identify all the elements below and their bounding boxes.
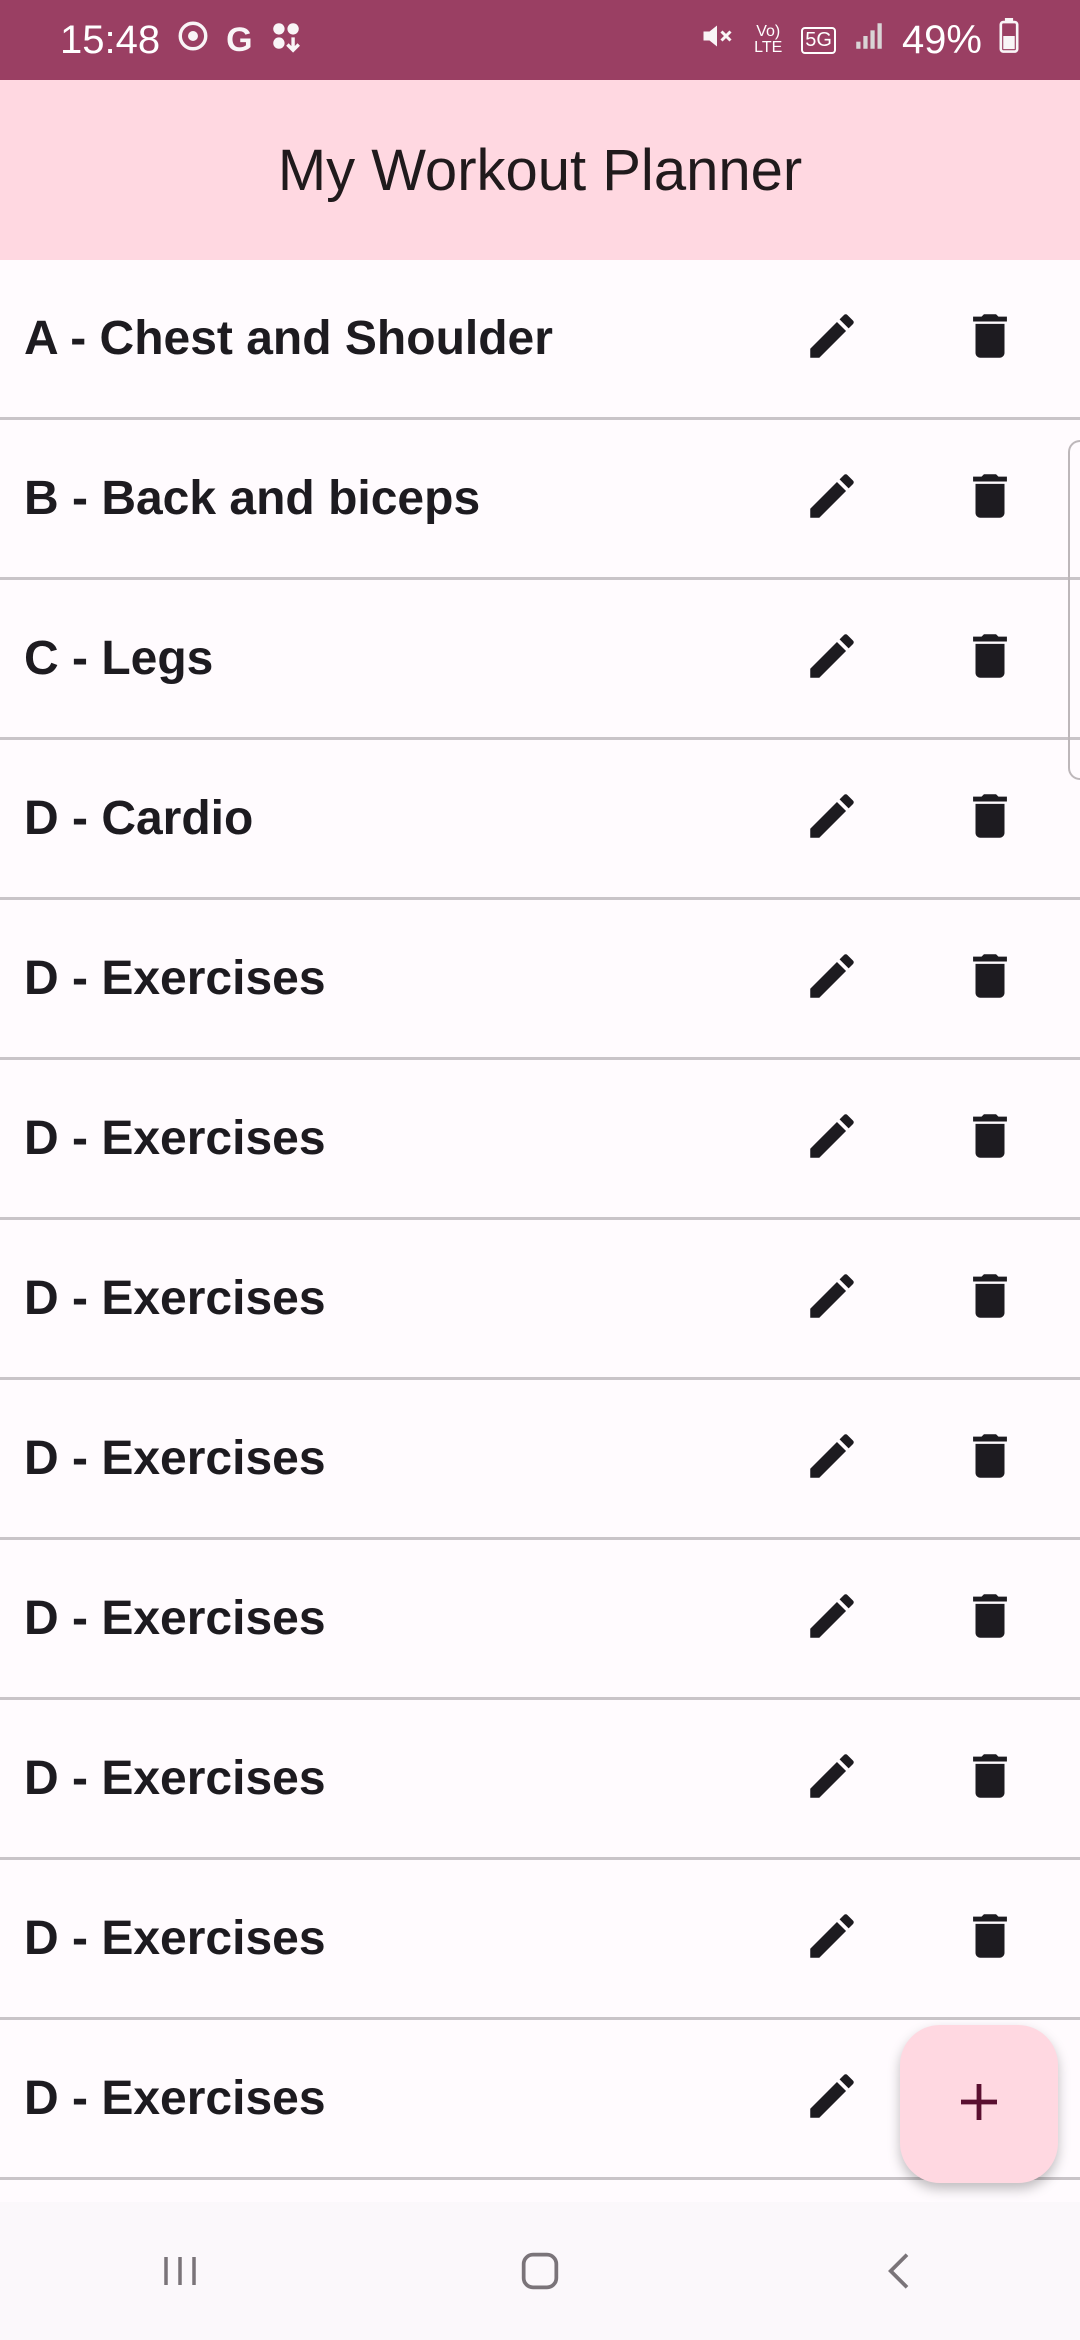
workout-title: D - Exercises [24,1112,326,1165]
volte-icon: Vo) LTE [754,23,783,56]
home-icon [521,2252,559,2290]
edit-button[interactable] [792,299,872,379]
battery-percent: 49% [901,17,982,62]
trash-icon [961,1107,1019,1170]
workout-title: D - Exercises [24,1272,326,1325]
trash-icon [961,1267,1019,1330]
signal-icon [852,19,886,62]
workout-row[interactable]: C - Legs [0,580,1080,740]
add-workout-button[interactable] [900,2025,1058,2183]
delete-button[interactable] [950,299,1030,379]
trash-icon [961,1747,1019,1810]
edit-button[interactable] [792,459,872,539]
back-button[interactable] [840,2231,960,2311]
plus-icon [955,2078,1003,2131]
pencil-icon [803,947,861,1010]
status-bar: 15:48 G Vo) LTE 5G 49% [0,0,1080,80]
workout-row[interactable]: D - Exercises [0,1220,1080,1380]
workout-row[interactable]: D - Exercises [0,1060,1080,1220]
pencil-icon [803,787,861,850]
network-type-icon: 5G [801,26,836,54]
pencil-icon [803,307,861,370]
edit-button[interactable] [792,779,872,859]
pencil-icon [803,1587,861,1650]
system-navigation-bar [0,2202,1080,2340]
workout-title: D - Exercises [24,2072,326,2125]
delete-button[interactable] [950,619,1030,699]
edit-button[interactable] [792,939,872,1019]
status-bar-right: Vo) LTE 5G 49% [699,17,1020,63]
recent-apps-icon [164,2257,196,2285]
pencil-icon [803,467,861,530]
trash-icon [961,1907,1019,1970]
trash-icon [961,307,1019,370]
pencil-icon [803,627,861,690]
delete-button[interactable] [950,459,1030,539]
sync-icon [176,19,210,62]
workout-row[interactable]: D - Exercises [0,1700,1080,1860]
trash-icon [961,467,1019,530]
pencil-icon [803,1267,861,1330]
delete-button[interactable] [950,1739,1030,1819]
workout-title: D - Exercises [24,1912,326,1965]
workout-title: D - Exercises [24,1592,326,1645]
edit-button[interactable] [792,1259,872,1339]
workout-list[interactable]: A - Chest and Shoulder B - Back and bicep… [0,260,1080,2202]
workout-row[interactable]: D - Exercises [0,1380,1080,1540]
delete-button[interactable] [950,1899,1030,1979]
delete-button[interactable] [950,939,1030,1019]
workout-row[interactable]: D - Exercises [0,900,1080,1060]
workout-title: D - Exercises [24,1432,326,1485]
trash-icon [961,947,1019,1010]
trash-icon [961,787,1019,850]
edit-button[interactable] [792,1579,872,1659]
pencil-icon [803,2067,861,2130]
trash-icon [961,1587,1019,1650]
status-time: 15:48 [60,17,161,62]
google-icon: G [226,20,253,59]
recent-apps-button[interactable] [120,2231,240,2311]
trash-icon [961,1427,1019,1490]
home-button[interactable] [480,2231,600,2311]
delete-button[interactable] [950,779,1030,859]
workout-row[interactable]: B - Back and biceps [0,420,1080,580]
edit-button[interactable] [792,2059,872,2139]
workout-row[interactable]: A - Chest and Shoulder [0,260,1080,420]
back-icon [888,2253,909,2289]
workout-row[interactable]: D - Exercises [0,1860,1080,2020]
pencil-icon [803,1107,861,1170]
scrollbar-handle[interactable] [1068,440,1080,780]
pencil-icon [803,1747,861,1810]
edit-button[interactable] [792,619,872,699]
edit-button[interactable] [792,1739,872,1819]
edit-button[interactable] [792,1099,872,1179]
pencil-icon [803,1907,861,1970]
workout-row[interactable]: D - Cardio [0,740,1080,900]
delete-button[interactable] [950,1579,1030,1659]
mute-icon [699,18,735,63]
trash-icon [961,627,1019,690]
workout-row[interactable]: D - Exercises [0,1540,1080,1700]
delete-button[interactable] [950,1419,1030,1499]
workout-title: C - Legs [24,632,214,685]
workout-title: A - Chest and Shoulder [24,312,553,365]
workout-title: D - Cardio [24,792,254,845]
apps-notification-icon [269,19,303,62]
pencil-icon [803,1427,861,1490]
delete-button[interactable] [950,1099,1030,1179]
edit-button[interactable] [792,1419,872,1499]
page-title: My Workout Planner [277,137,803,203]
edit-button[interactable] [792,1899,872,1979]
workout-title: B - Back and biceps [24,472,481,525]
delete-button[interactable] [950,1259,1030,1339]
workout-title: D - Exercises [24,1752,326,1805]
battery-icon [998,17,1020,63]
status-bar-left: 15:48 G [60,18,303,63]
app-bar: My Workout Planner [0,80,1080,260]
workout-title: D - Exercises [24,952,326,1005]
